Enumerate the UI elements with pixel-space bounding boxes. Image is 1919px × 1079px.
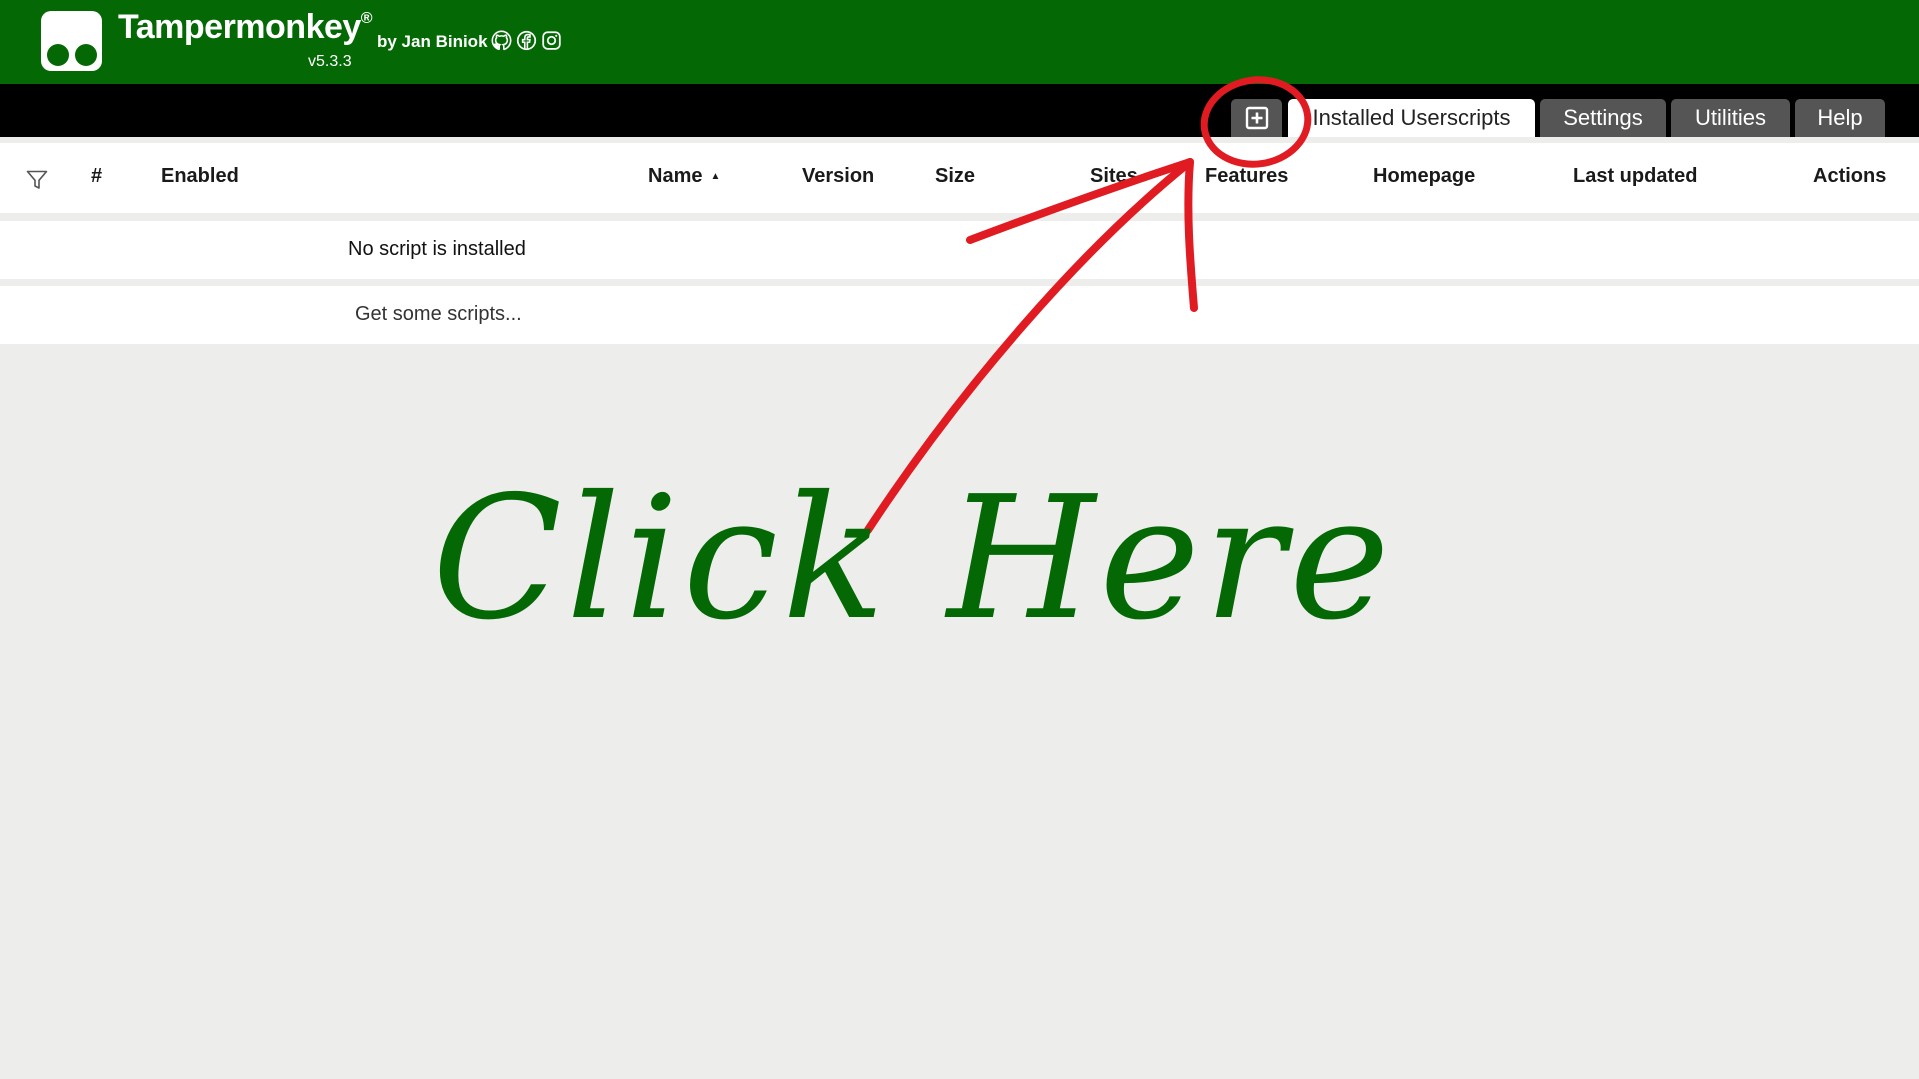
click-here-annotation: Click Here	[432, 460, 1394, 658]
